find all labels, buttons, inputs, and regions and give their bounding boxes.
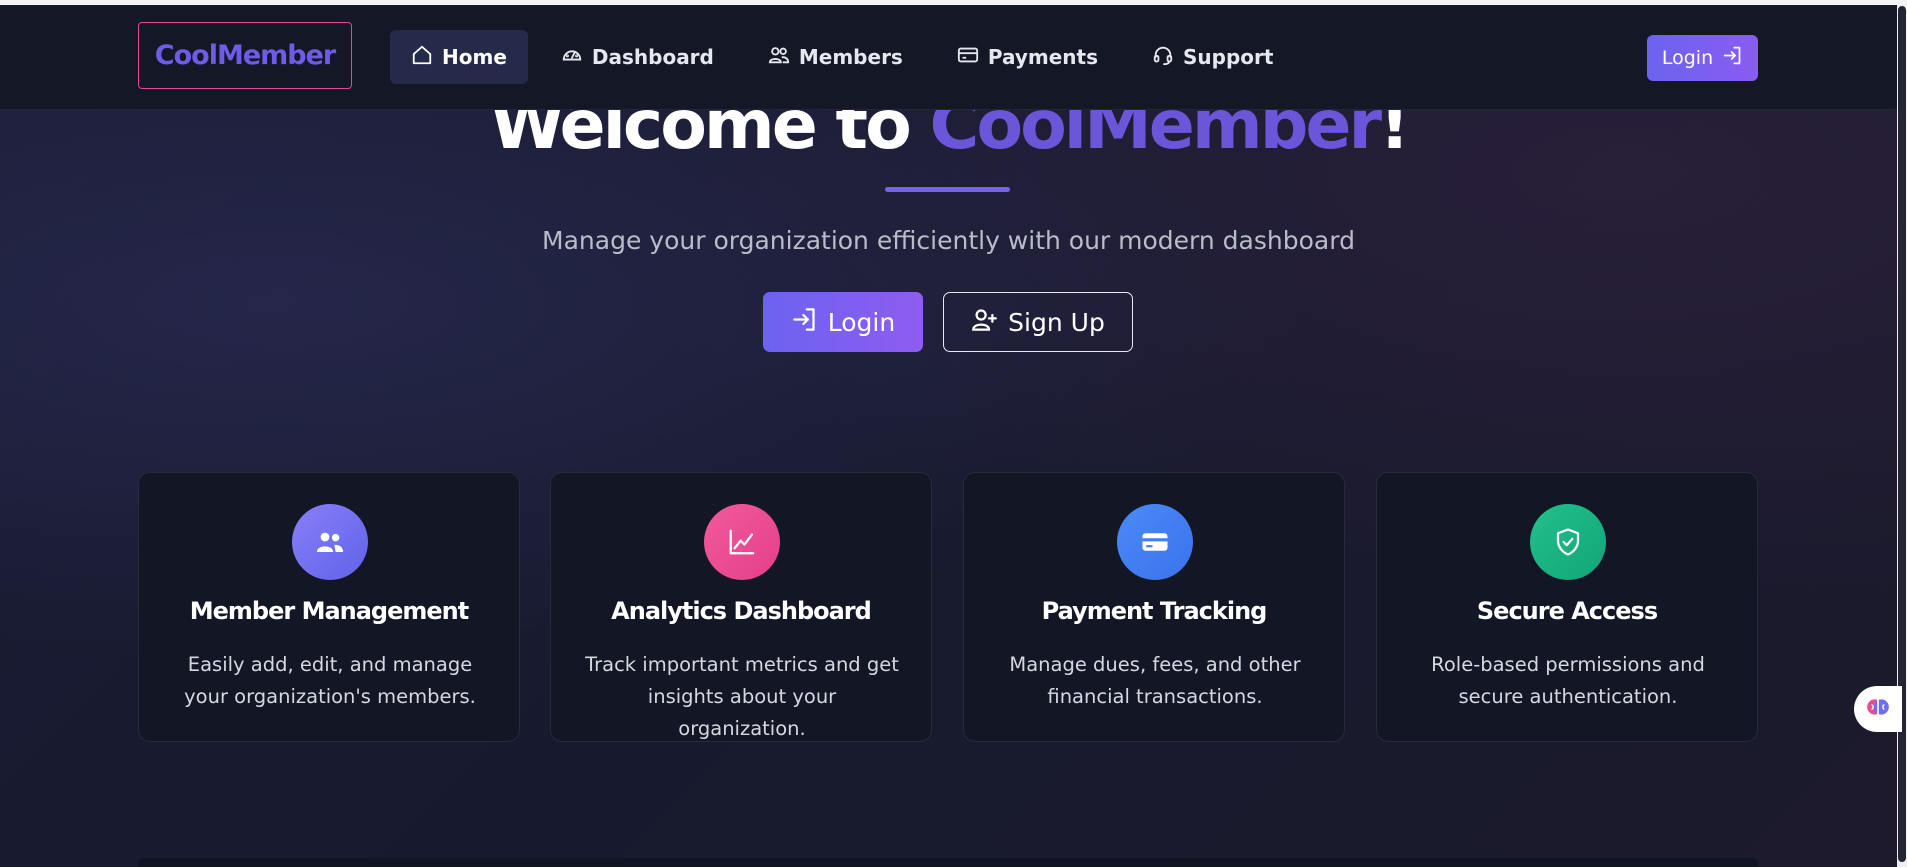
nav-item-payments[interactable]: Payments	[936, 30, 1119, 84]
brand-logo[interactable]: CoolMember	[138, 22, 352, 89]
feature-title: Payment Tracking	[1041, 597, 1268, 625]
brain-icon	[1865, 694, 1891, 724]
shield-check-icon	[1530, 504, 1606, 580]
feature-description: Manage dues, fees, and other financial t…	[1009, 653, 1301, 708]
feature-title: Secure Access	[1476, 597, 1658, 625]
people-icon	[768, 44, 790, 71]
hero-signup-button[interactable]: Sign Up	[943, 292, 1133, 352]
chart-line-icon	[704, 504, 780, 580]
scrollbar-thumb[interactable]	[1898, 6, 1906, 862]
nav-item-label: Payments	[987, 45, 1098, 69]
credit-card-icon	[1117, 504, 1193, 580]
hero-login-button[interactable]: Login	[763, 292, 923, 352]
credit-card-icon	[957, 44, 979, 71]
nav-login-label: Login	[1661, 47, 1714, 69]
speedometer-icon	[561, 44, 583, 71]
main-nav: Home Dashboard Members Payments Support	[390, 30, 1294, 84]
hero-divider	[885, 187, 1010, 192]
floating-assistant-button[interactable]	[1854, 686, 1902, 732]
nav-item-label: Home	[442, 45, 507, 69]
nav-item-label: Members	[798, 45, 903, 69]
feature-title: Analytics Dashboard	[611, 597, 872, 625]
feature-card-payment-tracking: Payment Tracking Manage dues, fees, and …	[963, 472, 1345, 742]
hero-signup-label: Sign Up	[1008, 307, 1105, 337]
nav-item-home[interactable]: Home	[390, 30, 528, 84]
navbar: CoolMember Home Dashboard Members Paymen…	[0, 5, 1897, 110]
user-plus-icon	[971, 306, 998, 339]
login-icon	[791, 306, 818, 339]
feature-description: Track important metrics and get insights…	[585, 653, 899, 740]
feature-card-analytics-dashboard: Analytics Dashboard Track important metr…	[550, 472, 932, 742]
feature-title: Member Management	[189, 597, 469, 625]
nav-item-dashboard[interactable]: Dashboard	[540, 30, 735, 84]
headset-icon	[1152, 44, 1174, 71]
nav-item-support[interactable]: Support	[1131, 30, 1294, 84]
feature-card-secure-access: Secure Access Role-based permissions and…	[1376, 472, 1758, 742]
login-icon	[1722, 45, 1743, 71]
nav-item-members[interactable]: Members	[747, 30, 924, 84]
nav-item-label: Dashboard	[591, 45, 714, 69]
nav-login-button[interactable]: Login	[1647, 35, 1758, 81]
hero-subtitle: Manage your organization efficiently wit…	[542, 226, 1355, 255]
home-icon	[411, 44, 433, 71]
nav-item-label: Support	[1183, 45, 1274, 69]
hero-login-label: Login	[827, 307, 896, 337]
feature-description: Role-based permissions and secure authen…	[1431, 653, 1705, 708]
feature-description: Easily add, edit, and manage your organi…	[184, 653, 476, 708]
next-section-edge	[138, 858, 1758, 867]
feature-card-member-management: Member Management Easily add, edit, and …	[138, 472, 520, 742]
people-icon	[292, 504, 368, 580]
